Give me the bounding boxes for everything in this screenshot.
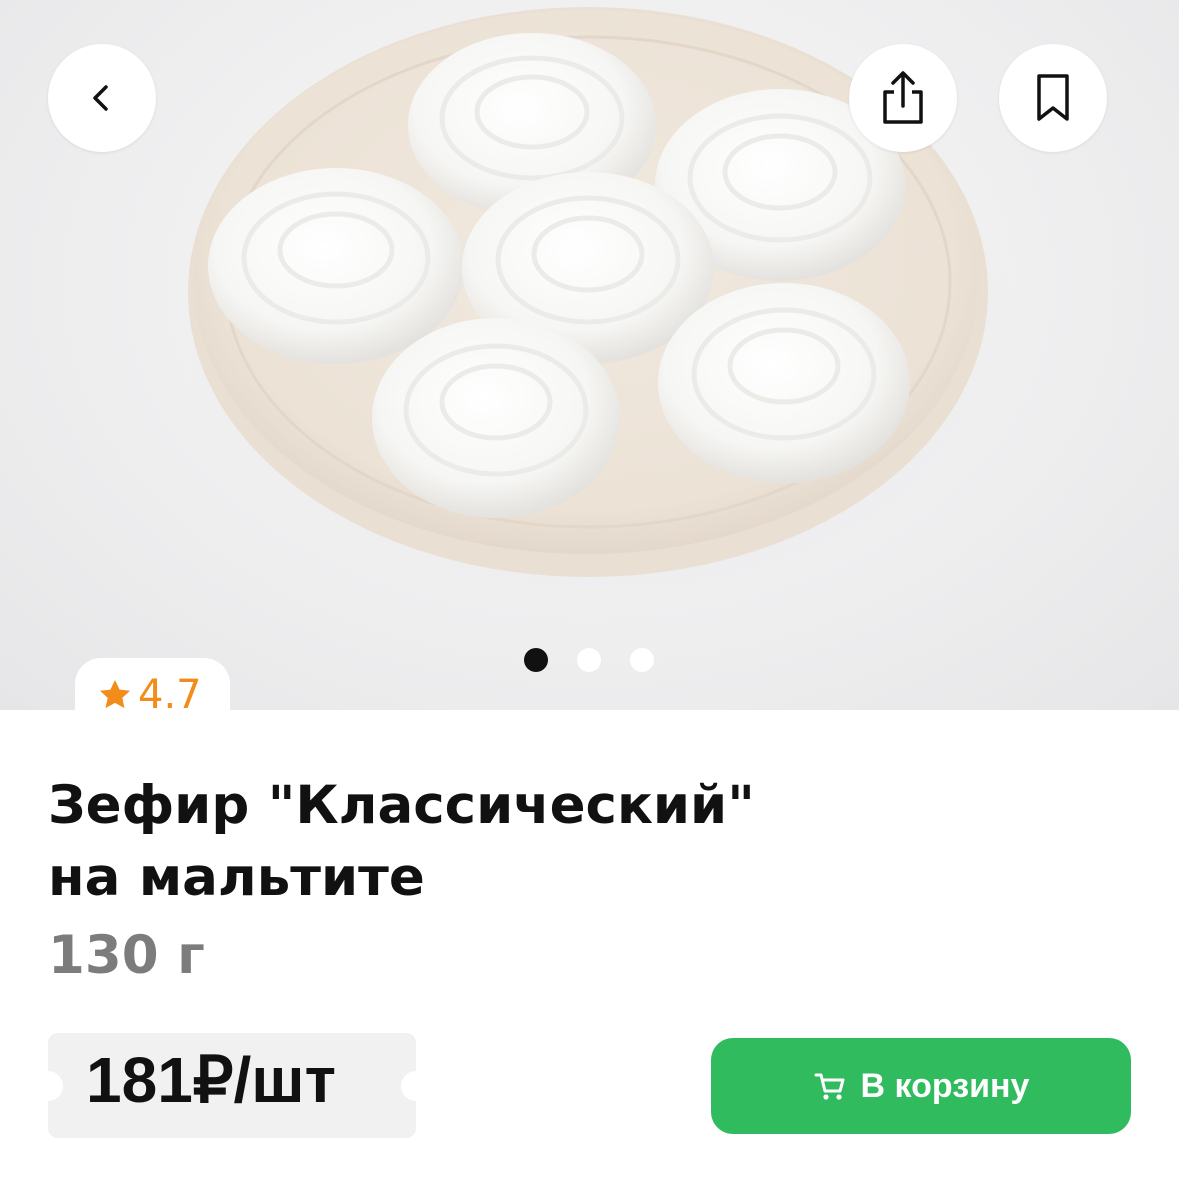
add-to-cart-button[interactable]: В корзину <box>711 1038 1131 1134</box>
back-button[interactable] <box>48 44 156 152</box>
product-title: Зефир "Классический" на мальтите <box>48 770 848 914</box>
price-tag-notch-right <box>401 1071 431 1101</box>
chevron-left-icon <box>93 85 108 111</box>
bookmark-icon <box>1037 74 1069 121</box>
rating-value: 4.7 <box>138 672 202 718</box>
cart-icon <box>814 1073 845 1100</box>
add-to-cart-label: В корзину <box>860 1066 1030 1105</box>
gallery-dot[interactable] <box>630 648 654 672</box>
gallery-pagination <box>524 648 654 672</box>
star-icon <box>99 679 131 709</box>
bookmark-button[interactable] <box>999 44 1107 152</box>
product-title-line1: Зефир "Классический" <box>48 775 755 836</box>
price-tag-notch-left <box>33 1071 63 1101</box>
gallery-dot-active[interactable] <box>524 648 548 672</box>
product-image-gallery[interactable] <box>0 0 1179 710</box>
rating-badge[interactable]: 4.7 <box>96 672 202 718</box>
product-title-line2: на мальтите <box>48 847 425 908</box>
share-icon <box>883 71 923 124</box>
product-weight: 130 г <box>48 925 205 986</box>
product-price: 181₽/шт <box>86 1044 336 1116</box>
share-button[interactable] <box>849 44 957 152</box>
gallery-dot[interactable] <box>577 648 601 672</box>
